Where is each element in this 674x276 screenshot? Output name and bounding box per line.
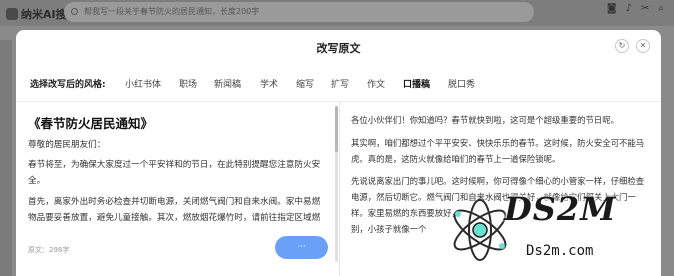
style-option-xiaohongshu[interactable]: 小红书体 bbox=[125, 77, 161, 90]
style-selector: 选择改写后的风格: 小红书体 职场 新闻稿 学术 缩写 扩写 作文 口播稿 脱口… bbox=[30, 77, 647, 91]
close-icon[interactable]: ✕ bbox=[636, 39, 650, 53]
rewritten-paragraph: 其实啊，咱们都想过个平平安安、快快乐乐的春节。这时候，防火安全可不能马虎。真的是… bbox=[351, 138, 645, 164]
original-paragraph: 首先，离家外出时务必检查并切断电源，关闭燃气阀门和自来水阀。家中易燃物品要妥善放… bbox=[28, 197, 321, 223]
background-toolbar: ◙ ♪ ✂ ⌕ bbox=[598, 3, 664, 14]
background-search-text: 帮我写一段关于春节防火的居民通知，长度200字 bbox=[84, 7, 260, 16]
style-option-workplace[interactable]: 职场 bbox=[179, 77, 197, 90]
style-option-voiceover[interactable]: 口播稿 bbox=[403, 77, 430, 90]
rewritten-paragraph: 各位小伙伴们！你知道吗？春节就快到啦，这可是个超级重要的节日呢。 bbox=[351, 115, 619, 125]
background-sidebar bbox=[0, 40, 12, 276]
background-search-input[interactable]: 帮我写一段关于春节防火的居民通知，长度200字 bbox=[64, 2, 534, 22]
style-option-abbreviate[interactable]: 缩写 bbox=[296, 77, 314, 90]
document-title: 《春节防火居民通知》 bbox=[28, 116, 154, 131]
search-icon[interactable]: ⌕ bbox=[658, 3, 664, 14]
left-scrollbar-thumb[interactable] bbox=[335, 106, 338, 152]
refresh-icon[interactable]: ↻ bbox=[615, 39, 629, 53]
style-option-essay[interactable]: 作文 bbox=[367, 77, 385, 90]
search-icon bbox=[71, 8, 78, 15]
watermark-text: DS2M bbox=[504, 190, 617, 228]
style-option-news[interactable]: 新闻稿 bbox=[214, 77, 241, 90]
style-option-talkshow[interactable]: 脱口秀 bbox=[448, 77, 475, 90]
microphone-icon[interactable]: ♪ bbox=[626, 3, 632, 14]
watermark-url: Ds2m.com bbox=[526, 243, 594, 259]
background-topbar: 纳米AI搜索 帮我写一段关于春节防火的居民通知，长度200字 ◙ ♪ ✂ ⌕ bbox=[0, 0, 674, 26]
dialog-title: 改写原文 bbox=[316, 42, 361, 55]
word-count: 原文：298字 bbox=[28, 246, 70, 254]
original-paragraph: 春节将至，为确保大家度过一个平安祥和的节日，在此特别提醒您注意防火安全。 bbox=[28, 160, 321, 186]
original-text-pane: 《春节防火居民通知》 尊敬的居民朋友们： 春节将至，为确保大家度过一个平安祥和的… bbox=[16, 102, 339, 276]
style-option-expand[interactable]: 扩写 bbox=[331, 77, 349, 90]
watermark: DS2M Ds2m.com bbox=[432, 186, 668, 274]
brand-icon bbox=[6, 8, 18, 20]
style-label: 选择改写后的风格: bbox=[30, 80, 106, 90]
generate-button[interactable]: ··· bbox=[275, 236, 328, 259]
greeting-text: 尊敬的居民朋友们： bbox=[28, 140, 106, 150]
style-option-academic[interactable]: 学术 bbox=[260, 77, 278, 90]
scissors-icon[interactable]: ✂ bbox=[641, 3, 649, 14]
camera-icon[interactable]: ◙ bbox=[607, 3, 617, 14]
